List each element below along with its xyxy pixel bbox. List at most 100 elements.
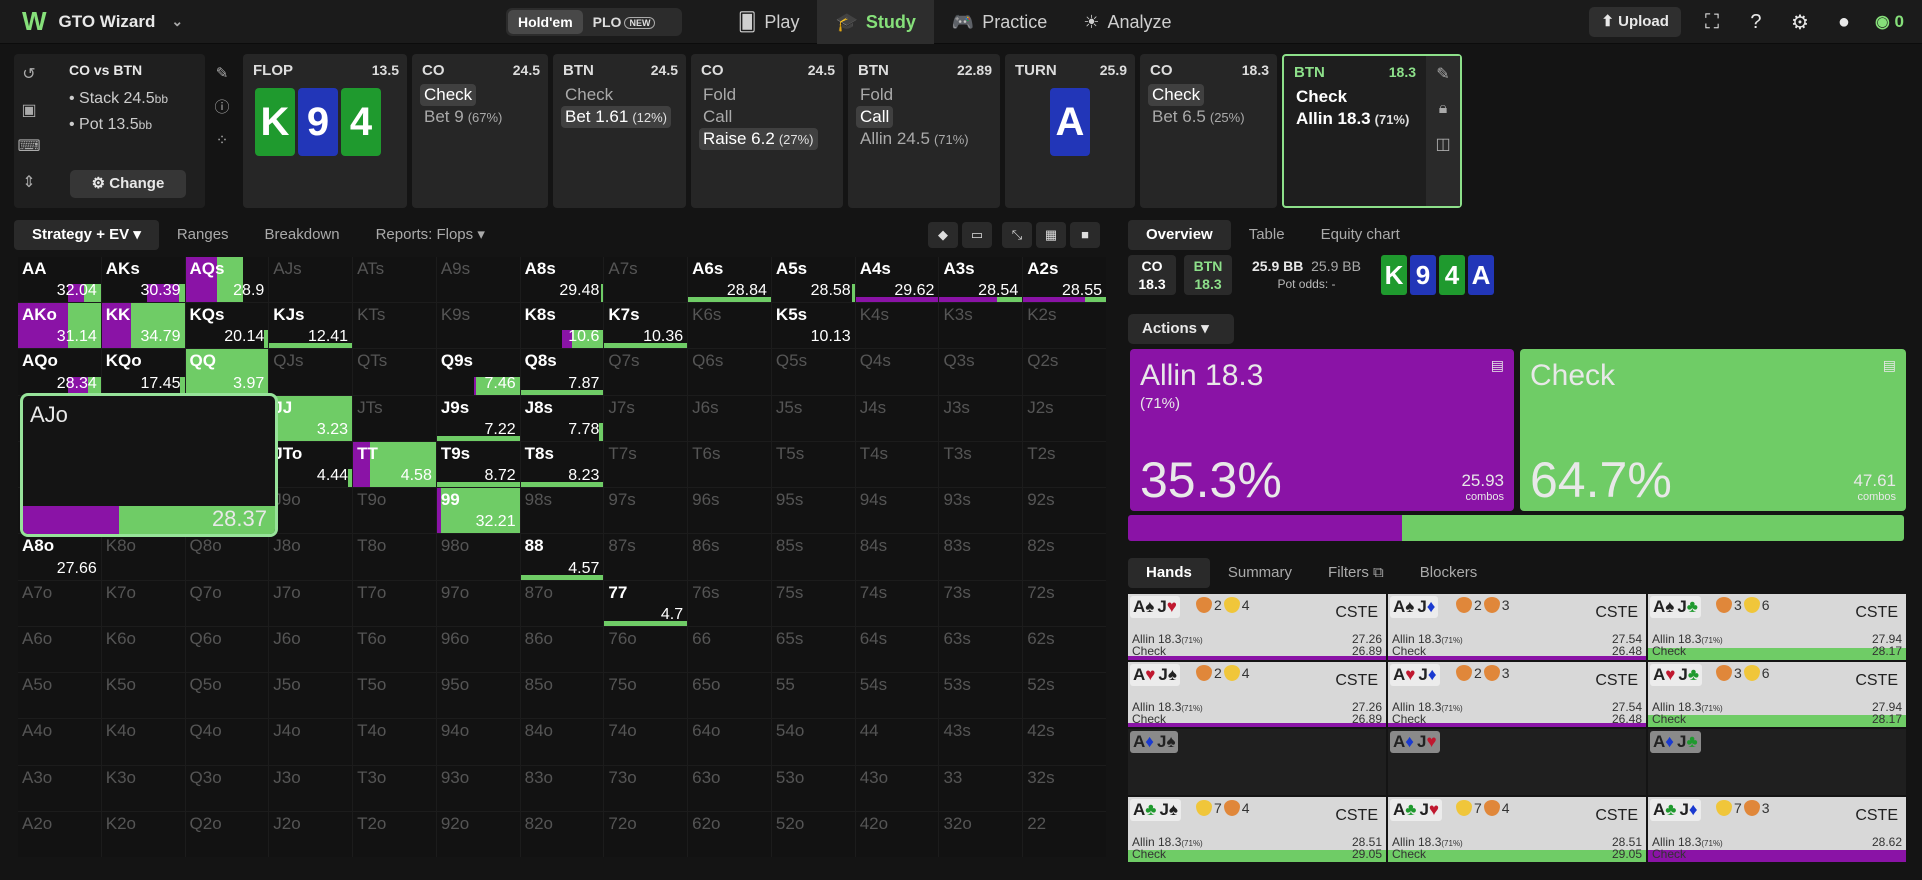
hand-cell[interactable]: 4.7 77 [604, 580, 688, 626]
hand-combo[interactable]: A♥ J♣ 3 6 CSTE Allin 18.3(71%) 27.94 Check 28.17 [1648, 661, 1906, 727]
pencil-icon[interactable]: ✎ [216, 64, 229, 82]
compare-icon[interactable]: ◫ [1435, 134, 1450, 154]
hand-cell[interactable]: 32o [939, 811, 1023, 857]
hand-cell[interactable]: J5s [771, 395, 855, 441]
hand-cell[interactable]: 28.84 A6s [688, 257, 771, 303]
hand-cell[interactable]: Q6s [688, 349, 771, 395]
hand-cell[interactable]: T8o [353, 534, 436, 580]
hand-cell[interactable]: J3s [939, 395, 1023, 441]
hand-cell[interactable]: T6o [353, 626, 436, 673]
hand-cell[interactable]: 82s [1023, 534, 1106, 580]
hand-cell[interactable]: 93s [939, 488, 1023, 534]
hand-cell[interactable]: 7.46 Q9s [436, 349, 520, 395]
hand-cell[interactable]: 74s [855, 580, 939, 626]
lock-icon[interactable]: 🔒︎ [1439, 100, 1448, 118]
hand-cell[interactable]: T5s [771, 441, 855, 488]
dots-icon[interactable]: ⁘ [216, 131, 229, 149]
path-tile-co[interactable]: CO 18.3 Check Bet 6.5 (25%) [1140, 54, 1277, 208]
hand-cell[interactable]: J3o [269, 765, 353, 811]
hand-cell[interactable]: Q4o [185, 719, 269, 765]
hand-combo[interactable]: A♣ J♠ 7 4 CSTE Allin 18.3(71%) 28.51 Check 29.05 [1128, 796, 1386, 862]
hand-cell[interactable]: ATs [353, 257, 436, 303]
hand-cell[interactable]: T4s [855, 441, 939, 488]
hand-combo[interactable]: A♣ J♦ 7 3 CSTE Allin 18.3(71%) 28.62 Check [1648, 796, 1906, 862]
help-icon[interactable]: ? [1743, 11, 1769, 34]
hand-combo[interactable]: A♠ J♥ 2 4 CSTE Allin 18.3(71%) 27.26 Check 26.89 [1128, 594, 1386, 660]
notes-icon[interactable]: ▤ [1491, 357, 1504, 374]
hand-cell[interactable]: 75s [771, 580, 855, 626]
hand-cell[interactable]: 85o [520, 673, 604, 719]
tab-equity-chart[interactable]: Equity chart [1303, 220, 1418, 250]
pencil-icon[interactable]: ✎ [1436, 64, 1449, 84]
hand-cell[interactable]: 97s [604, 488, 688, 534]
hand-cell[interactable]: 3.23 JJ [269, 395, 353, 441]
hand-cell[interactable]: 66 [688, 626, 771, 673]
cube-icon[interactable]: ◆ [928, 222, 958, 248]
action-option[interactable]: Allin 24.5 (71%) [856, 128, 973, 150]
action-option[interactable]: Fold [856, 84, 897, 106]
path-tile-turn[interactable]: TURN 25.9 A [1005, 54, 1135, 208]
hand-cell[interactable]: 96o [436, 626, 520, 673]
hand-cell[interactable]: 30.39 AKs [101, 257, 185, 303]
hand-cell[interactable]: 43o [855, 765, 939, 811]
hand-cell[interactable]: QJs [269, 349, 353, 395]
hand-cell[interactable]: 32.21 99 [436, 488, 520, 534]
hand-cell[interactable]: 17.45 KQo [101, 349, 185, 395]
path-tile-co[interactable]: CO 24.5 Check Bet 9 (67%) [412, 54, 548, 208]
hand-cell[interactable]: K6o [101, 626, 185, 673]
action-option[interactable]: Call [699, 106, 736, 128]
hand-cell[interactable]: 28.58 A5s [771, 257, 855, 303]
hand-cell[interactable]: T2s [1023, 441, 1106, 488]
hand-cell[interactable]: 42o [855, 811, 939, 857]
hand-cell[interactable]: 32.04 AA [18, 257, 101, 303]
hand-cell[interactable]: 3.97 QQ [185, 349, 269, 395]
hand-cell[interactable]: K2s [1023, 303, 1106, 349]
hand-cell[interactable]: 98s [520, 488, 604, 534]
hand-cell[interactable]: J7o [269, 580, 353, 626]
hand-cell[interactable]: 62o [688, 811, 771, 857]
hand-cell[interactable]: 75o [604, 673, 688, 719]
hand-cell[interactable]: A7s [604, 257, 688, 303]
hand-cell[interactable]: 63o [688, 765, 771, 811]
tab-reports[interactable]: Reports: Flops ▾ [358, 220, 503, 250]
hand-cell[interactable]: 65s [771, 626, 855, 673]
hand-cell[interactable]: 20.14 KQs [185, 303, 269, 349]
hand-cell[interactable]: 87o [520, 580, 604, 626]
hand-cell[interactable]: Q8o [185, 534, 269, 580]
hand-cell[interactable]: 82o [520, 811, 604, 857]
nav-practice[interactable]: 🎮 Practice [934, 0, 1065, 44]
hand-cell[interactable]: 62s [1023, 626, 1106, 673]
hand-cell[interactable]: 72s [1023, 580, 1106, 626]
hand-cell[interactable]: 53s [939, 673, 1023, 719]
hand-cell[interactable]: T9o [353, 488, 436, 534]
hand-cell[interactable]: 83s [939, 534, 1023, 580]
hand-cell[interactable]: Q6o [185, 626, 269, 673]
hand-cell[interactable]: 10.13 K5s [771, 303, 855, 349]
grid-icon[interactable]: ▦ [1036, 222, 1066, 248]
hand-cell[interactable]: K2o [101, 811, 185, 857]
hand-cell[interactable]: J8o [269, 534, 353, 580]
hand-cell[interactable]: T7o [353, 580, 436, 626]
hand-cell[interactable]: 76s [688, 580, 771, 626]
hand-cell[interactable]: 32s [1023, 765, 1106, 811]
hand-cell[interactable]: 43s [939, 719, 1023, 765]
hand-cell[interactable]: J5o [269, 673, 353, 719]
hand-combo[interactable]: A♥ J♦ 2 3 CSTE Allin 18.3(71%) 27.54 Check 26.48 [1388, 661, 1646, 727]
tab-summary[interactable]: Summary [1210, 558, 1310, 588]
hand-cell[interactable]: 10.36 K7s [604, 303, 688, 349]
hand-cell[interactable]: 8.23 T8s [520, 441, 604, 488]
hand-cell[interactable]: 8.72 T9s [436, 441, 520, 488]
hand-cell[interactable]: 33 [939, 765, 1023, 811]
hand-cell[interactable]: 94s [855, 488, 939, 534]
gamepad-icon[interactable]: ⌨ [17, 136, 40, 156]
hand-cell[interactable]: J4s [855, 395, 939, 441]
hand-combo[interactable]: A♣ J♥ 7 4 CSTE Allin 18.3(71%) 28.51 Check 29.05 [1388, 796, 1646, 862]
hand-cell[interactable]: 74o [604, 719, 688, 765]
action-option[interactable]: Raise 6.2 (27%) [699, 128, 818, 150]
hand-combo[interactable]: A♥ J♠ 2 4 CSTE Allin 18.3(71%) 27.26 Check 26.89 [1128, 661, 1386, 727]
path-tile-flop[interactable]: FLOP 13.5 K 9 4 [243, 54, 407, 208]
hand-cell[interactable]: J7s [604, 395, 688, 441]
hand-cell[interactable]: A6o [18, 626, 101, 673]
hand-cell[interactable]: 22 [1023, 811, 1106, 857]
hand-cell[interactable]: A3o [18, 765, 101, 811]
